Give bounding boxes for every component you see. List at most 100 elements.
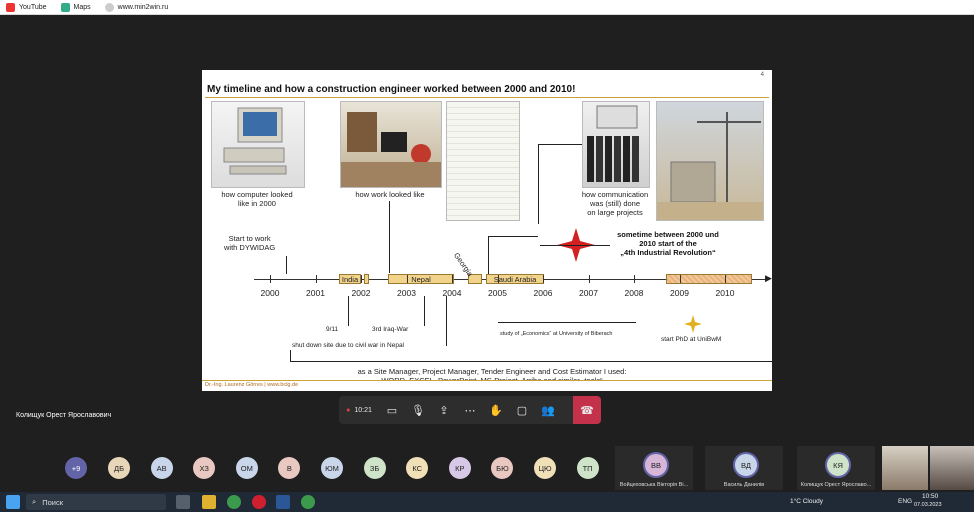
opera-icon[interactable] [252,495,266,509]
chrome-active-icon[interactable] [301,495,315,509]
mic-off-icon: 🎙 [411,404,425,417]
bookmark-label: Maps [73,3,91,11]
video-tile-1[interactable] [882,446,928,490]
year-label: 2005 [488,288,507,298]
hang-up-button[interactable]: ☎ [573,396,601,424]
bar-gap [364,274,369,284]
participant-avatar[interactable]: ХЗ [193,457,216,479]
slide-title: My timeline and how a construction engin… [207,84,576,95]
saudi-arrow-h [488,236,538,237]
chrome-icon[interactable] [227,495,241,509]
caption-computer: how computer looked like in 2000 [221,190,293,208]
participant-tile[interactable]: ВВ Войцеховська Вікторія Ві... [615,446,693,490]
timeline-tick [588,275,590,283]
timeline-tick [270,275,271,283]
camera-off-icon: ▭ [386,404,398,417]
people-icon: 👥 [541,404,555,417]
meeting-stage: 4 My timeline and how a construction eng… [0,15,974,495]
hand-icon: ✋ [489,404,503,417]
shared-slide: 4 My timeline and how a construction eng… [202,70,772,391]
year-label: 2010 [715,288,735,298]
bookmark-label: www.min2win.ru [117,3,169,11]
record-icon: ● [346,406,351,414]
timeline-arrowhead: ▶ [765,273,772,283]
bookmark-youtube[interactable]: YouTube [6,2,47,12]
timeline-tick [679,275,681,283]
bookmark-maps[interactable]: Maps [60,2,91,12]
raise-hand-button[interactable]: ✋ [483,396,509,424]
participant-name: Василь Данилів [723,482,765,488]
participant-avatar[interactable]: ЮМ [321,457,343,479]
participant-name: Войцеховська Вікторія Ві... [619,482,689,488]
title-rule [205,97,769,98]
timeline-tick [361,275,362,283]
search-icon: ⌕ [32,497,37,506]
timeline-tick [634,275,635,283]
explorer-icon[interactable] [202,495,216,509]
work-arrow [389,201,390,273]
economics-range [498,322,636,323]
footer-text: Dr.-Ing. Laurenz Görres | www.bclg.de [205,382,299,388]
more-icon: ⋯ [464,404,476,417]
timeline-tick [497,275,499,283]
year-label: 2008 [624,288,644,298]
participant-tile[interactable]: КЯ Колищук Орест Ярославо... [797,446,875,490]
weather-status[interactable]: 1°C Cloudy [790,498,823,505]
taskbar-search[interactable]: ⌕ Поиск [26,494,166,510]
people-button[interactable]: 👥 [535,396,561,424]
industrial-revolution-note: sometime between 2000 und 2010 start of … [617,230,719,257]
caption-work: how work looked like [355,190,425,199]
camera-off-button[interactable]: ▭ [379,396,405,424]
share-icon: ⇪ [439,404,449,417]
bar-nepal: Nepal [388,274,454,284]
slide-footer: Dr.-Ing. Laurenz Görres | www.bclg.de [202,380,772,391]
participant-avatar[interactable]: КР [448,457,471,479]
year-label: 2006 [533,288,553,298]
participant-avatar[interactable]: ТП [576,457,599,479]
share-button[interactable]: ⇪ [431,396,457,424]
binders-icon [587,105,639,182]
participant-avatar[interactable]: ОМ [235,457,258,479]
year-label: 2000 [260,288,280,298]
slide-number: 4 [760,72,764,78]
start-button[interactable] [6,495,20,509]
start-work-note: Start to work with DYWIDAG [224,234,276,252]
more-button[interactable]: ⋯ [457,396,483,424]
maps-icon [60,2,70,12]
revolution-range [540,245,610,246]
nine-eleven-arrow [348,296,349,326]
computer-photo [211,101,305,188]
video-tile-2[interactable] [930,446,974,490]
participant-avatar[interactable]: В [278,457,301,479]
participant-avatar[interactable]: КС [406,457,429,479]
bookmark-min2win[interactable]: www.min2win.ru [104,2,169,12]
timeline-tick [725,275,726,283]
avatar: ВД [733,452,759,478]
participant-avatar[interactable]: АВ [150,457,173,479]
clock-time[interactable]: 10:50 [922,493,938,500]
participant-avatar[interactable]: ЦЮ [534,457,556,479]
year-label: 2001 [306,288,325,298]
chat-button[interactable]: ▢ [509,396,535,424]
more-participants-button[interactable]: +9 [65,457,87,479]
year-label: 2003 [397,288,416,298]
phd-note: start PhD at UniBwM [661,336,722,343]
language-indicator[interactable]: ENG [898,498,912,505]
participant-tile[interactable]: ВД Василь Данилів [705,446,783,490]
bar-saudi: Saudi Arabia [486,274,544,284]
office-photo [340,101,442,188]
mute-button[interactable]: 🎙 [405,396,431,424]
nepal-shutdown-note: shut down site due to civil war in Nepal [292,342,405,349]
word-icon[interactable] [276,495,290,509]
participant-avatar[interactable]: ДБ [108,457,130,479]
participant-avatar[interactable]: БЮ [491,457,514,479]
task-view-icon[interactable] [176,495,190,509]
participant-avatar[interactable]: ЗБ [363,457,386,479]
bookmark-label: YouTube [19,3,47,11]
clock-date[interactable]: 07.03.2023 [914,502,942,508]
timeline-tick [315,275,317,283]
bar-india: India [339,274,361,284]
chat-icon: ▢ [516,404,528,417]
participant-name: Колищук Орест Ярославо... [800,482,872,488]
tools-bracket [290,361,772,362]
